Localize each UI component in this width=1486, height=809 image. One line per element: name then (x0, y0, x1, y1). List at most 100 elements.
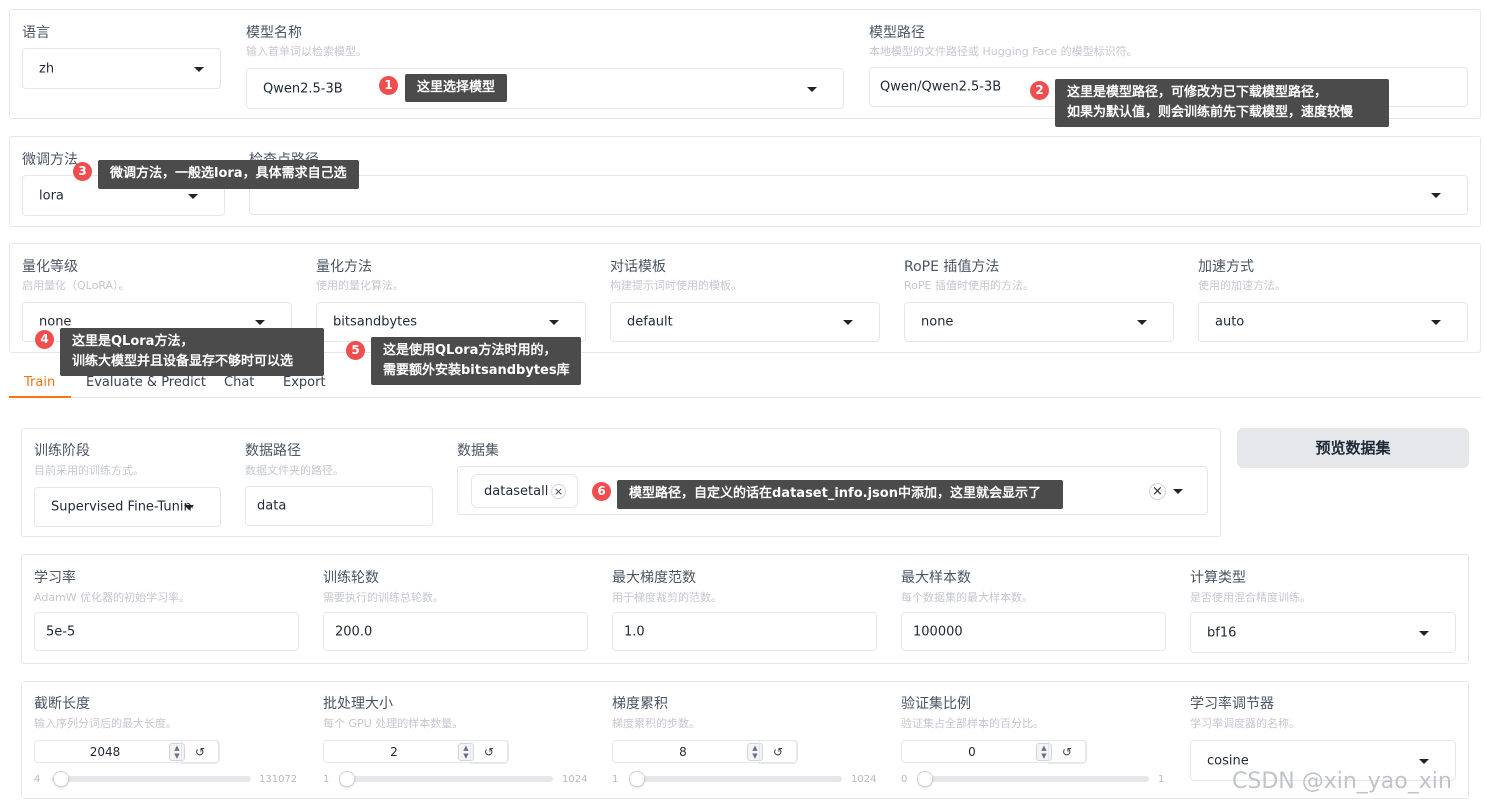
reset-icon[interactable]: ↺ (470, 740, 508, 764)
cutoff-label: 截断长度 (34, 696, 90, 712)
grad-acc-hint: 梯度累积的步数。 (612, 717, 700, 730)
epochs-label: 训练轮数 (323, 570, 379, 586)
val-size-number[interactable]: 0 ▲ ▼ ↺ (901, 740, 1087, 764)
rope-value: none (921, 314, 954, 330)
template-label: 对话模板 (610, 259, 666, 275)
quant-bit-hint: 启用量化（QLoRA）。 (22, 279, 130, 292)
language-select[interactable]: zh (22, 48, 221, 89)
compute-type-value: bf16 (1207, 625, 1237, 640)
batch-number[interactable]: 2 ▲ ▼ ↺ (323, 740, 509, 764)
annotation-badge-1: 1 (379, 76, 398, 95)
slider-handle[interactable] (917, 771, 933, 787)
template-select[interactable]: default (610, 302, 880, 342)
val-size-slider[interactable] (917, 771, 1149, 787)
lr-label: 学习率 (34, 570, 76, 586)
booster-hint: 使用的加速方法。 (1198, 279, 1286, 292)
grad-acc-number[interactable]: 8 ▲ ▼ ↺ (612, 740, 798, 764)
reset-icon[interactable]: ↺ (1048, 740, 1086, 764)
stage-value: Supervised Fine-Tuning (51, 499, 193, 515)
annotation-1: 这里选择模型 (405, 74, 508, 102)
booster-label: 加速方式 (1198, 259, 1254, 275)
val-size-max: 1 (1158, 774, 1165, 785)
booster-select[interactable]: auto (1198, 302, 1468, 342)
compute-type-select[interactable]: bf16 (1190, 612, 1456, 653)
annotation-badge-6: 6 (592, 482, 611, 501)
batch-slider[interactable] (339, 771, 553, 787)
dataset-dir-input[interactable]: data (245, 486, 433, 526)
quant-method-value: bitsandbytes (333, 314, 418, 330)
cutoff-hint: 输入序列分词后的最大长度。 (34, 717, 177, 730)
rope-select[interactable]: none (904, 302, 1174, 342)
quant-method-hint: 使用的量化算法。 (316, 279, 404, 292)
model-path-hint: 本地模型的文件路径或 Hugging Face 的模型标识符。 (869, 45, 1138, 58)
batch-hint: 每个 GPU 处理的样本数量。 (323, 717, 464, 730)
annotation-5-line2: 需要额外安装bitsandbytes库 (383, 363, 570, 378)
max-grad-norm-input[interactable]: 1.0 (612, 612, 877, 651)
batch-label: 批处理大小 (323, 696, 393, 712)
model-name-value: Qwen2.5-3B (263, 81, 343, 96)
val-size-min: 0 (901, 774, 908, 785)
compute-type-label: 计算类型 (1190, 570, 1246, 586)
tab-evaluate[interactable]: Evaluate & Predict (86, 375, 206, 390)
model-path-label: 模型路径 (869, 25, 925, 41)
compute-type-hint: 是否使用混合精度训练。 (1190, 591, 1311, 604)
template-value: default (627, 314, 673, 330)
model-name-select[interactable]: Qwen2.5-3B (246, 68, 844, 109)
finetune-method-value: lora (39, 188, 64, 203)
grad-acc-slider[interactable] (629, 771, 842, 787)
finetune-method-label: 微调方法 (22, 152, 78, 168)
tab-chat[interactable]: Chat (224, 375, 254, 390)
chevron-down-icon (1137, 320, 1147, 325)
dataset-label: 数据集 (457, 443, 499, 459)
chevron-down-icon (1419, 758, 1429, 764)
rope-hint: RoPE 插值时使用的方法。 (904, 279, 1034, 292)
reset-icon[interactable]: ↺ (759, 740, 797, 764)
cutoff-max: 131072 (259, 774, 298, 785)
epochs-hint: 需要执行的训练总轮数。 (323, 591, 444, 604)
grad-acc-value: 8 (679, 744, 687, 759)
annotation-5-line1: 这是使用QLora方法时用的， (383, 343, 557, 358)
chevron-down-icon (807, 86, 817, 92)
checkpoint-select[interactable] (249, 175, 1468, 215)
tab-export[interactable]: Export (283, 375, 326, 390)
annotation-3: 微调方法，一般选lora，具体需求自己选 (98, 160, 359, 189)
cutoff-slider[interactable] (52, 771, 251, 787)
annotation-2-line1: 这里是模型路径，可修改为已下载模型路径， (1067, 85, 1328, 100)
batch-max: 1024 (562, 774, 588, 785)
lr-hint: AdamW 优化器的初始学习率。 (34, 591, 191, 604)
dataset-chip[interactable]: datasetall × (471, 474, 578, 508)
quant-method-label: 量化方法 (316, 259, 372, 275)
val-size-label: 验证集比例 (901, 696, 971, 712)
reset-icon[interactable]: ↺ (181, 740, 219, 764)
clear-icon[interactable]: × (1149, 483, 1166, 500)
val-size-value: 0 (968, 744, 976, 759)
lr-input[interactable]: 5e-5 (34, 612, 299, 651)
tab-train[interactable]: Train (24, 375, 55, 390)
annotation-4: 这里是QLora方法， 训练大模型并且设备显存不够时可以选 (60, 328, 324, 376)
stage-select[interactable]: Supervised Fine-Tuning (34, 487, 221, 527)
chevron-down-icon (184, 505, 194, 510)
quant-method-select[interactable]: bitsandbytes (316, 302, 586, 342)
epochs-input[interactable]: 200.0 (323, 612, 588, 651)
chip-close-icon[interactable]: × (551, 484, 566, 499)
model-path-value: Qwen/Qwen2.5-3B (880, 79, 1002, 95)
grad-acc-min: 1 (612, 774, 619, 785)
max-samples-label: 最大样本数 (901, 570, 971, 586)
dataset-dir-hint: 数据文件夹的路径。 (245, 464, 344, 477)
dataset-dir-value: data (257, 498, 287, 514)
template-hint: 构建提示词时使用的模板。 (610, 279, 742, 292)
chevron-down-icon (1419, 630, 1429, 636)
annotation-2-line2: 如果为默认值，则会训练前先下载模型，速度较慢 (1067, 105, 1354, 120)
quant-bit-label: 量化等级 (22, 259, 78, 275)
max-samples-hint: 每个数据集的最大样本数。 (901, 591, 1033, 604)
max-grad-norm-value: 1.0 (624, 624, 645, 639)
slider-handle[interactable] (52, 771, 69, 787)
grad-acc-max: 1024 (851, 774, 877, 785)
max-samples-value: 100000 (913, 624, 963, 639)
preview-dataset-button[interactable]: 预览数据集 (1237, 428, 1469, 468)
cutoff-value: 2048 (89, 744, 121, 759)
chevron-down-icon (1173, 488, 1183, 494)
cutoff-number[interactable]: 2048 ▲ ▼ ↺ (34, 740, 220, 764)
max-samples-input[interactable]: 100000 (901, 612, 1166, 651)
chevron-down-icon (194, 66, 204, 72)
